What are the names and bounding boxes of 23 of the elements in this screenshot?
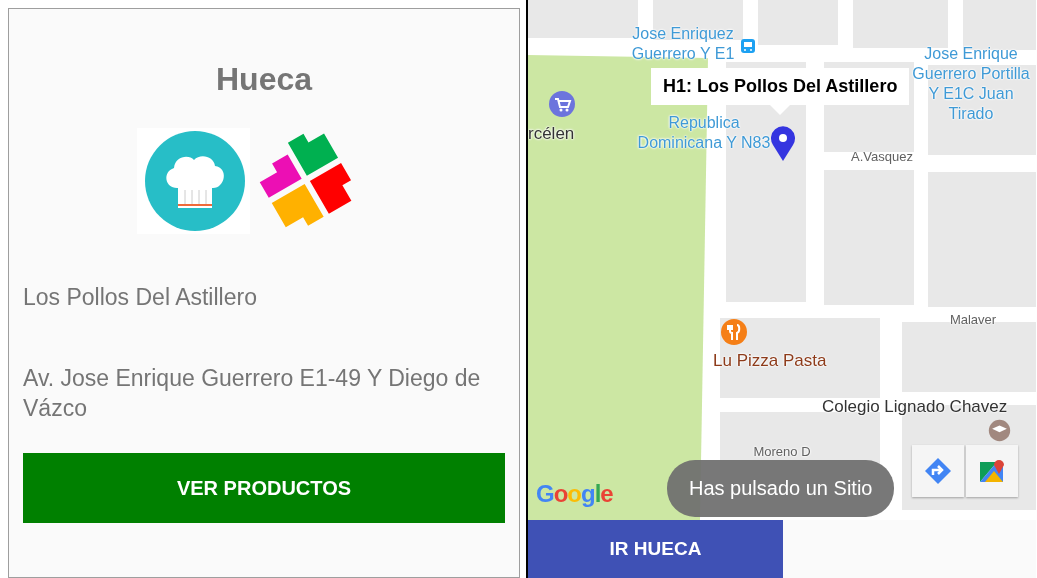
map-label: Jose Enriquez Guerrero Y E1 xyxy=(630,24,736,64)
map-label: Colegio Lignado Chavez xyxy=(822,397,1009,417)
map-label: Lu Pizza Pasta xyxy=(713,351,828,371)
bus-icon[interactable] xyxy=(740,38,756,54)
map-label: A.Vasquez xyxy=(850,148,914,166)
toast-message: Has pulsado un Sitio xyxy=(667,460,895,517)
google-logo: Google xyxy=(536,480,613,508)
go-button[interactable]: IR HUECA xyxy=(528,520,783,578)
directions-button[interactable] xyxy=(912,445,964,497)
fork-knife-icon[interactable] xyxy=(720,318,748,346)
restaurant-address: Av. Jose Enrique Guerrero E1-49 Y Diego de Vázco xyxy=(23,364,482,423)
restaurant-name: Los Pollos Del Astillero xyxy=(23,284,258,311)
map-label: rcélen xyxy=(528,124,576,144)
map-label: Malaver xyxy=(948,311,998,329)
directions-icon xyxy=(923,456,953,486)
location-pin-icon[interactable] xyxy=(770,126,796,162)
maps-app-button[interactable] xyxy=(966,445,1018,497)
page-title: Hueca xyxy=(215,61,312,98)
map-label: Moreno D xyxy=(752,443,812,461)
graduation-cap-icon[interactable] xyxy=(988,419,1011,442)
map-label: Jose Enrique Guerrero Portilla Y E1C Juan Tirado xyxy=(911,44,1031,124)
view-products-button[interactable]: VER PRODUCTOS xyxy=(23,453,505,523)
shopping-cart-icon[interactable] xyxy=(548,90,576,118)
